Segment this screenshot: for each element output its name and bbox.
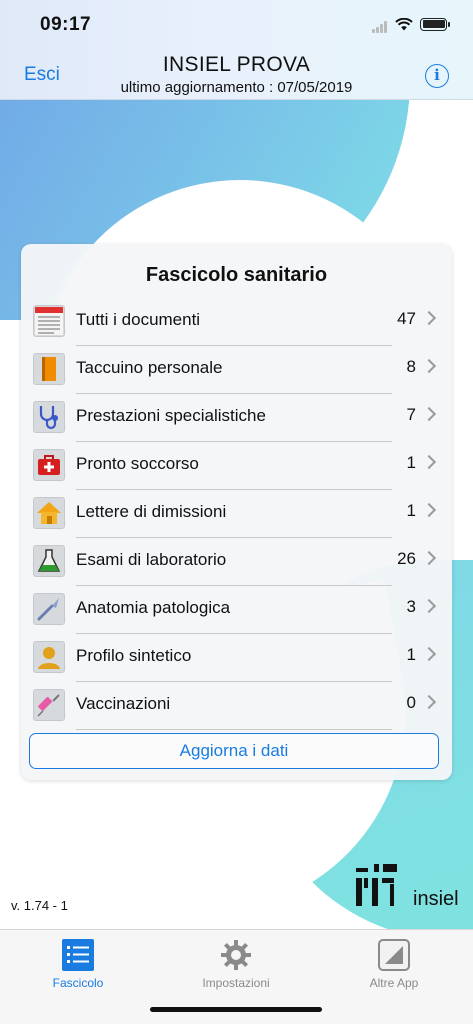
list-item-count: 1 [406, 453, 416, 472]
gear-icon [220, 939, 252, 971]
list-item-label: Prestazioni specialistiche [76, 406, 266, 425]
chevron-right-icon [421, 694, 437, 710]
list-item-count: 0 [406, 693, 416, 712]
person-icon [33, 641, 65, 673]
chevron-right-icon [421, 550, 437, 566]
category-list: Tutti i documenti 47 Taccuino personale … [21, 298, 452, 730]
first-aid-icon [33, 449, 65, 481]
list-item-summary-profile[interactable]: Profilo sintetico 1 [21, 634, 452, 682]
status-bar: 09:17 [0, 0, 473, 50]
version-label: v. 1.74 - 1 [11, 898, 68, 913]
syringe-icon [33, 689, 65, 721]
list-item-all-documents[interactable]: Tutti i documenti 47 [21, 298, 452, 346]
list-item-count: 1 [406, 645, 416, 664]
chevron-right-icon [421, 454, 437, 470]
list-item-count: 1 [406, 501, 416, 520]
documents-icon [33, 305, 65, 337]
chevron-right-icon [421, 598, 437, 614]
card-title: Fascicolo sanitario [145, 264, 328, 286]
scalpel-icon [33, 593, 65, 625]
list-item-lab-tests[interactable]: Esami di laboratorio 26 [21, 538, 452, 586]
list-item-count: 3 [406, 597, 416, 616]
tab-label: Fascicolo [52, 976, 104, 990]
flask-icon [33, 545, 65, 577]
notebook-icon [33, 353, 65, 385]
tab-impostazioni[interactable]: Impostazioni [176, 935, 296, 995]
page-title: INSIEL PROVA [162, 53, 311, 76]
chevron-right-icon [421, 358, 437, 374]
divider [76, 729, 392, 730]
list-item-count: 8 [406, 357, 416, 376]
health-record-card: Fascicolo sanitario Tutti i documenti 47… [21, 244, 452, 780]
list-item-personal-notebook[interactable]: Taccuino personale 8 [21, 346, 452, 394]
tab-fascicolo[interactable]: Fascicolo [18, 935, 138, 995]
list-item-specialist-services[interactable]: Prestazioni specialistiche 7 [21, 394, 452, 442]
logo-text: insiel [413, 888, 459, 910]
house-icon [33, 497, 65, 529]
list-item-emergency-room[interactable]: Pronto soccorso 1 [21, 442, 452, 490]
list-icon [62, 939, 94, 971]
list-item-label: Profilo sintetico [76, 646, 192, 665]
list-item-label: Taccuino personale [76, 358, 223, 377]
last-update-text: ultimo aggiornamento : 07/05/2019 [120, 79, 353, 96]
list-item-pathological-anatomy[interactable]: Anatomia patologica 3 [21, 586, 452, 634]
stethoscope-icon [33, 401, 65, 433]
list-item-label: Pronto soccorso [76, 454, 199, 473]
chevron-right-icon [421, 310, 437, 326]
list-item-vaccinations[interactable]: Vaccinazioni 0 [21, 682, 452, 730]
list-item-label: Tutti i documenti [76, 310, 201, 329]
chevron-right-icon [421, 406, 437, 422]
status-time: 09:17 [40, 14, 92, 35]
tab-label: Altre App [369, 976, 419, 990]
list-item-discharge-letters[interactable]: Lettere di dimissioni 1 [21, 490, 452, 538]
chevron-right-icon [421, 646, 437, 662]
refresh-data-button[interactable]: Aggiorna i dati [29, 733, 439, 769]
info-icon[interactable]: i [425, 64, 449, 88]
list-item-count: 26 [397, 549, 416, 568]
list-item-label: Esami di laboratorio [76, 550, 227, 569]
list-item-label: Lettere di dimissioni [76, 502, 227, 521]
list-item-label: Vaccinazioni [76, 694, 171, 713]
wifi-icon [395, 17, 413, 30]
list-item-label: Anatomia patologica [76, 598, 231, 617]
tab-label: Impostazioni [202, 976, 270, 990]
home-indicator [150, 1007, 322, 1012]
battery-icon [420, 17, 450, 31]
insiel-logo: insiel [356, 864, 466, 910]
signal-icon [372, 15, 388, 33]
list-item-count: 47 [397, 309, 416, 328]
apps-icon [378, 939, 410, 971]
list-item-count: 7 [406, 405, 416, 424]
tab-altre-app[interactable]: Altre App [334, 935, 454, 995]
chevron-right-icon [421, 502, 437, 518]
